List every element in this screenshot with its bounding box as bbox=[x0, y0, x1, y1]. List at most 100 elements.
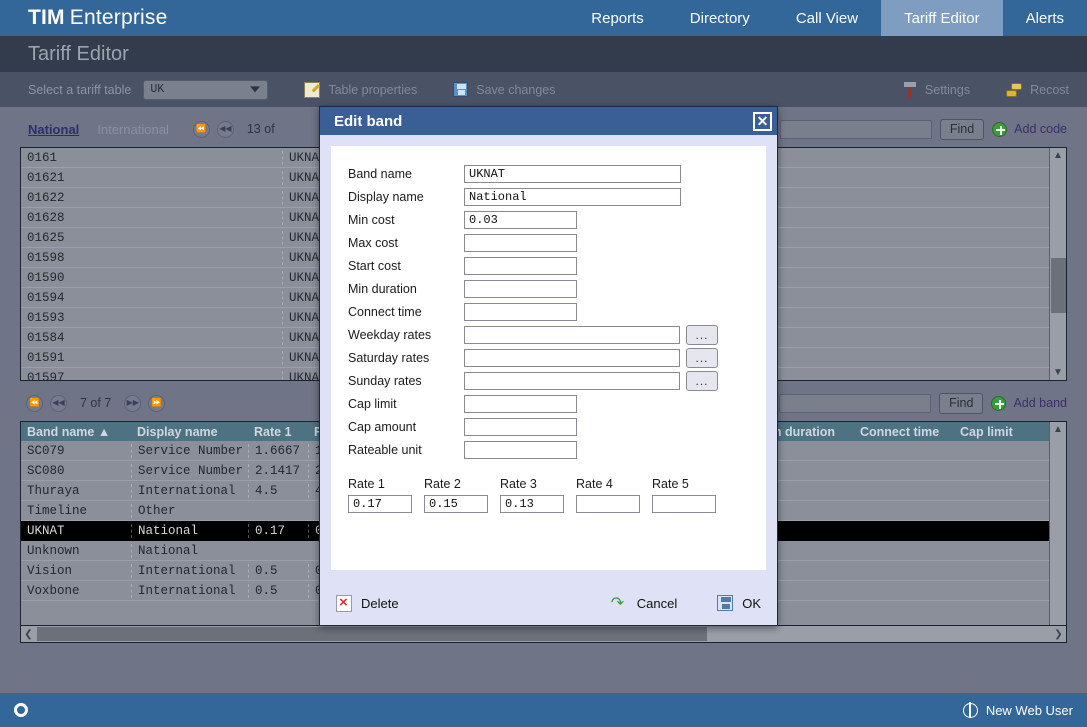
nav-item-reports[interactable]: Reports bbox=[568, 0, 667, 36]
code-cell: 01622 bbox=[27, 191, 282, 205]
close-icon[interactable]: ✕ bbox=[753, 112, 772, 131]
bands-page-text: 7 of 7 bbox=[80, 396, 111, 410]
field-input-band-name[interactable]: UKNAT bbox=[464, 165, 681, 183]
ok-button[interactable]: OK bbox=[717, 595, 761, 611]
bands-pager: ⏪ ◀◀ 7 of 7 ▶▶ ⏩ bbox=[26, 395, 165, 412]
field-input-start-cost[interactable] bbox=[464, 257, 577, 275]
recost-button[interactable]: Recost bbox=[1006, 83, 1069, 97]
column-header-connect-time[interactable]: Connect time bbox=[854, 425, 954, 439]
field-input-display-name[interactable]: National bbox=[464, 188, 681, 206]
browse-button-weekday-rates[interactable]: ... bbox=[686, 325, 718, 345]
code-cell: 01625 bbox=[27, 231, 282, 245]
save-changes-button[interactable]: Save changes bbox=[453, 82, 555, 97]
bands-scroll-up-button[interactable]: ▲ bbox=[1050, 422, 1066, 437]
field-label: Max cost bbox=[348, 236, 464, 250]
codes-prev-page-button[interactable]: ◀◀ bbox=[217, 121, 234, 138]
bands-last-page-button[interactable]: ⏩ bbox=[148, 395, 165, 412]
field-input-sunday-rates[interactable] bbox=[464, 372, 680, 390]
hscroll-thumb[interactable] bbox=[37, 627, 707, 641]
dialog-field-list: Band nameUKNATDisplay nameNationalMin co… bbox=[348, 162, 766, 461]
codes-vertical-scrollbar[interactable]: ▲ ▼ bbox=[1049, 148, 1066, 380]
cell-r1: 2.1417 bbox=[248, 464, 308, 478]
field-input-min-cost[interactable]: 0.03 bbox=[464, 211, 577, 229]
bands-prev-page-button[interactable]: ◀◀ bbox=[50, 395, 67, 412]
nav-item-call-view[interactable]: Call View bbox=[773, 0, 881, 36]
cancel-label: Cancel bbox=[637, 596, 677, 611]
rate-input-rate-4[interactable] bbox=[576, 495, 640, 513]
bands-first-page-button[interactable]: ⏪ bbox=[26, 395, 43, 412]
nav-items: ReportsDirectoryCall ViewTariff EditorAl… bbox=[568, 0, 1087, 36]
column-header-rate-1[interactable]: Rate 1 bbox=[248, 425, 308, 439]
add-code-button[interactable]: Add code bbox=[992, 122, 1067, 137]
code-cell: 01591 bbox=[27, 351, 282, 365]
codes-find-button[interactable]: Find bbox=[940, 119, 984, 140]
cell-r1: 0.5 bbox=[248, 564, 308, 578]
cell-display: National bbox=[131, 524, 248, 538]
codes-search-input[interactable] bbox=[780, 120, 932, 139]
rate-column: Rate 4 bbox=[576, 477, 640, 513]
gear-icon[interactable] bbox=[14, 703, 28, 717]
column-header-band-name[interactable]: Band name ▲ bbox=[21, 425, 131, 439]
form-row: Rateable unit bbox=[348, 438, 766, 461]
codes-scroll-thumb[interactable] bbox=[1051, 258, 1066, 313]
add-band-button[interactable]: Add band bbox=[991, 396, 1067, 411]
codes-first-page-button[interactable]: ⏪ bbox=[193, 121, 210, 138]
tariff-table-select[interactable]: UK bbox=[143, 80, 268, 100]
rate-column: Rate 2 0.15 bbox=[424, 477, 488, 513]
field-input-max-cost[interactable] bbox=[464, 234, 577, 252]
field-label: Cap amount bbox=[348, 420, 464, 434]
field-input-weekday-rates[interactable] bbox=[464, 326, 680, 344]
codes-scroll-down-button[interactable]: ▼ bbox=[1050, 365, 1066, 380]
rate-input-rate-2[interactable]: 0.15 bbox=[424, 495, 488, 513]
cell-band: Timeline bbox=[21, 504, 131, 518]
bands-search-input[interactable] bbox=[779, 394, 931, 413]
coins-icon bbox=[1006, 83, 1022, 97]
nav-item-directory[interactable]: Directory bbox=[667, 0, 773, 36]
rate-input-rate-5[interactable] bbox=[652, 495, 716, 513]
tab-international[interactable]: International bbox=[97, 122, 169, 137]
cell-display: Service Number bbox=[131, 444, 248, 458]
field-input-saturday-rates[interactable] bbox=[464, 349, 680, 367]
bands-next-page-button[interactable]: ▶▶ bbox=[124, 395, 141, 412]
bands-find-button[interactable]: Find bbox=[939, 393, 983, 414]
dialog-title-text: Edit band bbox=[334, 113, 402, 130]
field-label: Weekday rates bbox=[348, 328, 464, 342]
column-header-display-name[interactable]: Display name bbox=[131, 425, 248, 439]
browse-button-saturday-rates[interactable]: ... bbox=[686, 348, 718, 368]
app-logo: TIMEnterprise bbox=[0, 0, 167, 36]
dialog-rates-group: Rate 10.17Rate 20.15Rate 30.13Rate 4Rate… bbox=[348, 477, 766, 513]
hscroll-right-button[interactable]: ❯ bbox=[1051, 629, 1066, 640]
cancel-button[interactable]: ↷ Cancel bbox=[611, 596, 677, 611]
code-cell: 01621 bbox=[27, 171, 282, 185]
tab-national[interactable]: National bbox=[28, 122, 79, 137]
nav-item-alerts[interactable]: Alerts bbox=[1003, 0, 1087, 36]
form-row: Start cost bbox=[348, 254, 766, 277]
column-header-cap-limit[interactable]: Cap limit bbox=[954, 425, 1044, 439]
rate-input-rate-3[interactable]: 0.13 bbox=[500, 495, 564, 513]
rate-column: Rate 10.17 bbox=[348, 477, 412, 513]
code-cell: 01594 bbox=[27, 291, 282, 305]
field-input-connect-time[interactable] bbox=[464, 303, 577, 321]
cell-band: UKNAT bbox=[21, 524, 131, 538]
field-input-cap-limit[interactable] bbox=[464, 395, 577, 413]
floppy-disk-icon bbox=[717, 595, 733, 611]
bands-horizontal-scrollbar[interactable]: ❮ ❯ bbox=[20, 626, 1067, 643]
delete-button[interactable]: Delete bbox=[336, 595, 399, 612]
bands-vertical-scrollbar[interactable]: ▲ bbox=[1049, 422, 1066, 625]
field-input-cap-amount[interactable] bbox=[464, 418, 577, 436]
rate-input-rate-1[interactable]: 0.17 bbox=[348, 495, 412, 513]
nav-item-tariff-editor[interactable]: Tariff Editor bbox=[881, 0, 1003, 36]
settings-button[interactable]: Settings bbox=[903, 82, 970, 98]
form-row: Saturday rates... bbox=[348, 346, 766, 369]
floppy-disk-icon bbox=[453, 82, 468, 97]
rate-label: Rate 2 bbox=[424, 477, 488, 491]
codes-scroll-up-button[interactable]: ▲ bbox=[1050, 148, 1066, 163]
field-label: Cap limit bbox=[348, 397, 464, 411]
table-properties-button[interactable]: Table properties bbox=[304, 82, 417, 98]
hscroll-left-button[interactable]: ❮ bbox=[21, 629, 36, 640]
field-label: Saturday rates bbox=[348, 351, 464, 365]
browse-button-sunday-rates[interactable]: ... bbox=[686, 371, 718, 391]
cell-display: International bbox=[131, 584, 248, 598]
field-input-rateable-unit[interactable] bbox=[464, 441, 577, 459]
field-input-min-duration[interactable] bbox=[464, 280, 577, 298]
